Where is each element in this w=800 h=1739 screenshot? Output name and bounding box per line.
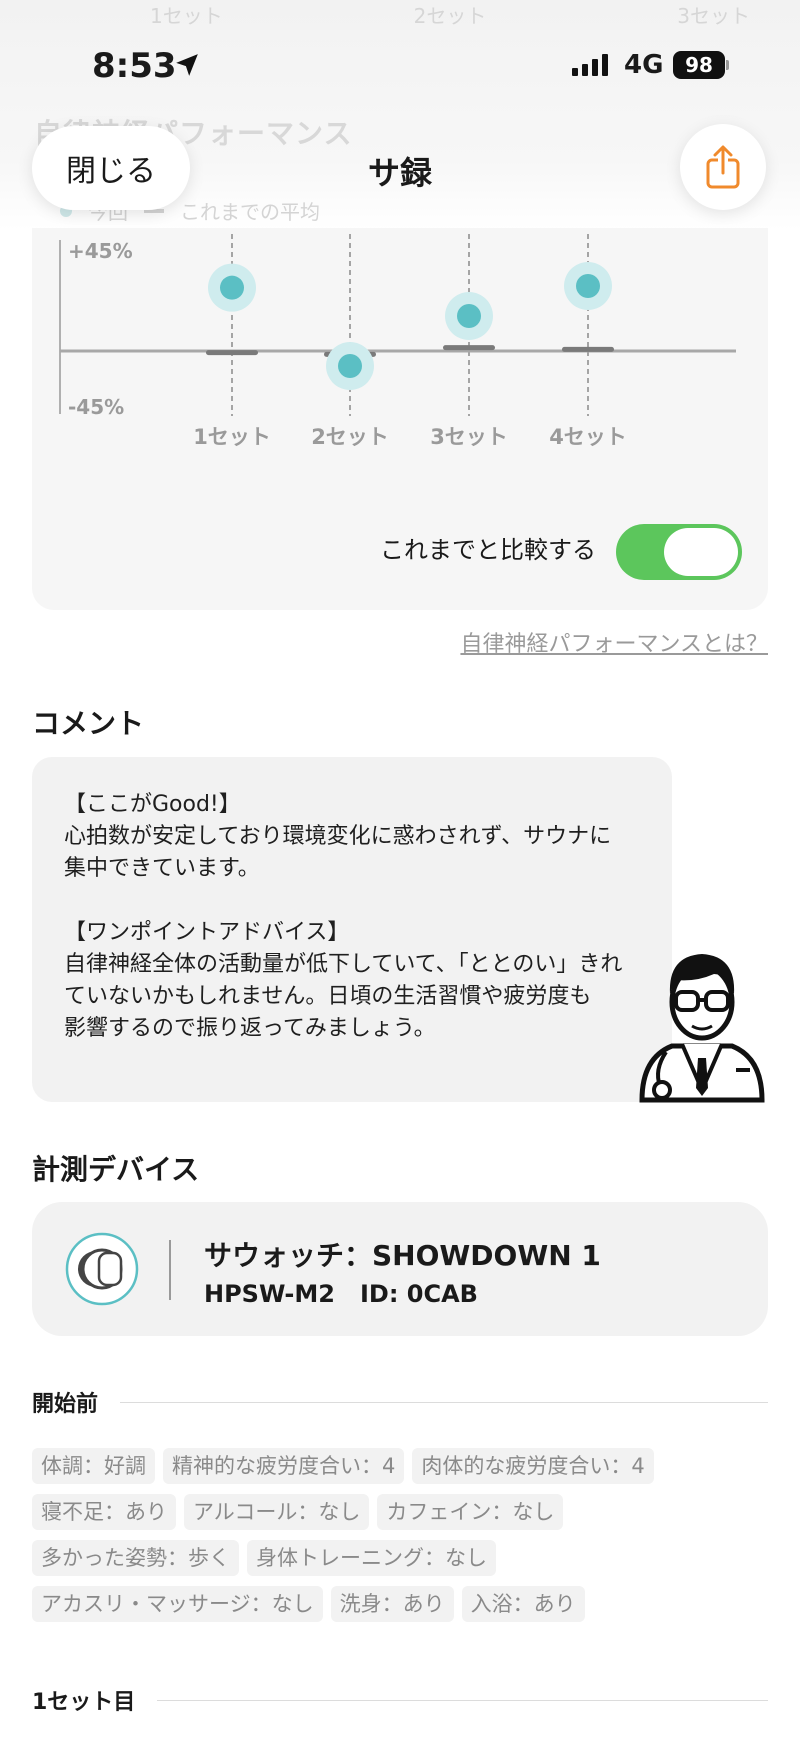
tag-row: 多かった姿勢：歩く 身体トレーニング：なし — [32, 1540, 772, 1576]
status-time: 8:53 — [92, 46, 177, 86]
cellular-signal-icon — [572, 54, 608, 76]
tag-row: 寝不足：あり アルコール：なし カフェイン：なし — [32, 1494, 772, 1530]
comment-box: 【ここがGood!】 心拍数が安定しており環境変化に惑わされず、サウナに 集中で… — [32, 757, 672, 1102]
network-type: 4G — [624, 50, 664, 80]
faded-column-headers: 1セット 2セット 3セット — [150, 0, 750, 29]
comment-line: 【ここがGood!】 — [64, 792, 241, 817]
battery-tip — [726, 60, 729, 70]
y-tick-label: +45% — [68, 239, 133, 263]
share-icon — [706, 145, 740, 189]
data-point — [220, 275, 244, 300]
data-point — [576, 274, 600, 298]
condition-tag: カフェイン：なし — [377, 1494, 564, 1530]
tag-row: 体調：好調 精神的な疲労度合い：4 肉体的な疲労度合い：4 — [32, 1448, 772, 1484]
info-link[interactable]: 自律神経パフォーマンスとは？ — [460, 626, 768, 658]
condition-tag: アルコール：なし — [184, 1494, 370, 1530]
device-section-title: 計測デバイス — [32, 1153, 200, 1186]
x-tick-label: 3セット — [430, 425, 508, 449]
comment-title: コメント — [32, 707, 145, 740]
faded-column-3: 3セット — [677, 4, 750, 28]
condition-tag: 洗身：あり — [330, 1586, 454, 1622]
data-point — [338, 354, 362, 378]
set1-title: 1セット目 — [32, 1690, 136, 1715]
compare-toggle[interactable] — [616, 524, 742, 580]
before-start-header: 開始前 — [32, 1386, 768, 1418]
device-divider — [169, 1240, 171, 1300]
tag-row: アカスリ・マッサージ：なし 洗身：あり 入浴：あり — [32, 1586, 772, 1622]
comment-line: 心拍数が安定しており環境変化に惑わされず、サウナに — [64, 824, 612, 849]
faded-column-2: 2セット — [413, 4, 487, 28]
condition-tag: 肉体的な疲労度合い：4 — [412, 1448, 654, 1484]
x-tick-label: 1セット — [193, 425, 271, 449]
comment-line: ていないかもしれません。日頃の生活習慣や疲労度も — [64, 984, 592, 1009]
condition-tag: 身体トレーニング：なし — [247, 1540, 496, 1576]
average-marker — [562, 346, 614, 352]
doctor-avatar-icon — [639, 954, 765, 1103]
divider — [157, 1699, 768, 1701]
average-marker — [443, 345, 495, 351]
condition-tag: 多かった姿勢：歩く — [32, 1540, 239, 1576]
divider — [120, 1401, 768, 1403]
data-point — [457, 304, 481, 328]
before-start-title: 開始前 — [32, 1392, 99, 1417]
watch-device-icon — [65, 1232, 139, 1306]
comment-line: 集中できています。 — [64, 856, 260, 881]
autonomic-chart-card: +45% -45% 1セット 2セット 3セット 4セット これまでと比較する — [32, 228, 768, 610]
y-tick-label: -45% — [68, 395, 124, 419]
comment-line — [64, 885, 640, 917]
toggle-knob — [664, 528, 738, 576]
average-marker — [206, 350, 258, 356]
condition-tag: 精神的な疲労度合い：4 — [163, 1448, 405, 1484]
condition-tags: 体調：好調 精神的な疲労度合い：4 肉体的な疲労度合い：4 寝不足：あり アルコール：な… — [32, 1448, 772, 1632]
share-button[interactable] — [680, 124, 766, 210]
location-arrow-icon — [176, 54, 198, 76]
autonomic-chart: +45% -45% 1セット 2セット 3セット 4セット — [59, 234, 736, 449]
condition-tag: アカスリ・マッサージ：なし — [32, 1586, 323, 1622]
condition-tag: 寝不足：あり — [32, 1494, 176, 1530]
x-tick-label: 2セット — [311, 425, 389, 449]
legend-avg-label: これまでの平均 — [180, 200, 320, 224]
set1-header: 1セット目 — [32, 1684, 768, 1716]
comment-line: 【ワンポイントアドバイス】 — [64, 920, 350, 945]
condition-tag: 体調：好調 — [32, 1448, 155, 1484]
device-card: サウォッチ：SHOWDOWN 1 HPSW-M2 ID: 0CAB — [32, 1202, 768, 1336]
device-name: サウォッチ：SHOWDOWN 1 — [204, 1239, 601, 1272]
compare-toggle-label: これまでと比較する — [380, 536, 596, 564]
x-tick-label: 4セット — [549, 425, 627, 449]
condition-tag: 入浴：あり — [461, 1586, 585, 1622]
battery-icon: 98 — [673, 51, 725, 79]
faded-column-1: 1セット — [150, 4, 223, 28]
comment-line: 影響するので振り返ってみましょう。 — [64, 1016, 436, 1041]
device-id: HPSW-M2 ID: 0CAB — [204, 1280, 478, 1308]
comment-line: 自律神経全体の活動量が低下していて、「ととのい」きれ — [64, 952, 623, 977]
status-bar: 8:53 4G 98 — [0, 40, 800, 90]
